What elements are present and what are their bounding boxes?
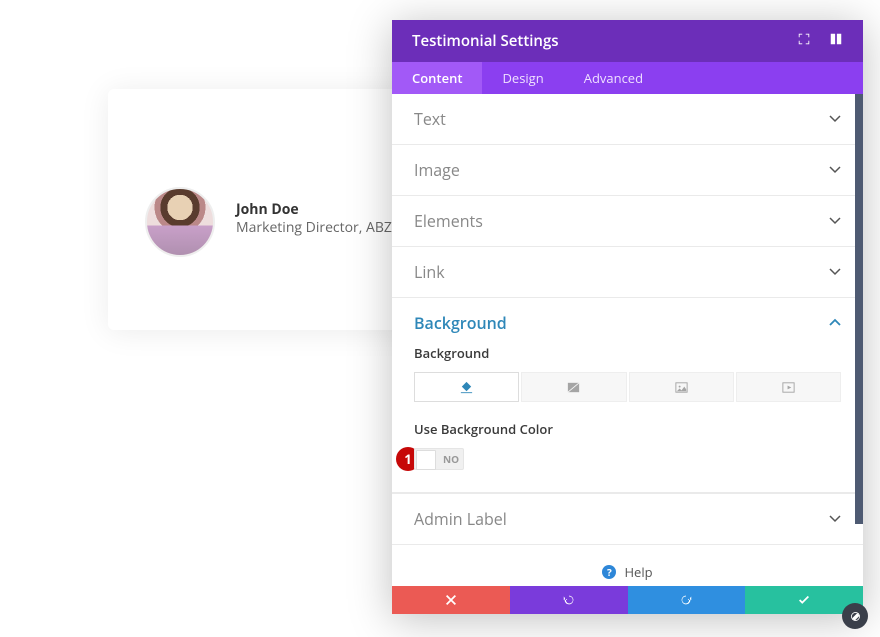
expand-icon[interactable]	[797, 31, 811, 51]
bg-tab-image[interactable]	[629, 372, 734, 402]
tab-advanced[interactable]: Advanced	[564, 62, 663, 94]
section-text[interactable]: Text	[392, 94, 863, 145]
bg-tab-video[interactable]	[736, 372, 841, 402]
panel-footer	[392, 586, 863, 614]
settings-panel: Testimonial Settings Content Design Adva…	[392, 20, 863, 614]
scrollbar[interactable]	[855, 94, 863, 524]
tab-design[interactable]: Design	[482, 62, 563, 94]
background-type-tabs	[414, 372, 841, 402]
undo-button[interactable]	[510, 586, 628, 614]
background-body: Background Use Background Color 1 NO	[392, 344, 863, 493]
tabs: Content Design Advanced	[392, 62, 863, 94]
section-background[interactable]: Background	[392, 298, 863, 344]
panel-body: Text Image Elements Link Background Back…	[392, 94, 863, 586]
chevron-down-icon	[829, 113, 841, 125]
use-bg-color-toggle[interactable]: NO	[414, 448, 464, 470]
help-icon: ?	[602, 565, 616, 579]
chevron-down-icon	[829, 266, 841, 278]
columns-icon[interactable]	[829, 31, 843, 51]
tab-content[interactable]: Content	[392, 62, 482, 94]
chevron-down-icon	[829, 164, 841, 176]
chevron-up-icon	[829, 317, 841, 329]
bg-tab-color[interactable]	[414, 372, 519, 402]
avatar	[145, 187, 215, 257]
panel-header: Testimonial Settings	[392, 20, 863, 62]
redo-button[interactable]	[628, 586, 746, 614]
use-bg-color-label: Use Background Color	[414, 420, 841, 438]
person-meta: Marketing Director, ABZ	[236, 218, 392, 237]
background-label: Background	[414, 344, 841, 362]
panel-title: Testimonial Settings	[412, 31, 559, 51]
cancel-button[interactable]	[392, 586, 510, 614]
person-name: John Doe	[236, 200, 299, 219]
section-link[interactable]: Link	[392, 247, 863, 298]
chevron-down-icon	[829, 513, 841, 525]
section-elements[interactable]: Elements	[392, 196, 863, 247]
bg-tab-gradient[interactable]	[521, 372, 626, 402]
settings-fab[interactable]	[842, 603, 868, 629]
section-admin-label[interactable]: Admin Label	[392, 493, 863, 545]
help-row[interactable]: ? Help	[392, 545, 863, 586]
chevron-down-icon	[829, 215, 841, 227]
help-label: Help	[624, 563, 652, 581]
section-image[interactable]: Image	[392, 145, 863, 196]
